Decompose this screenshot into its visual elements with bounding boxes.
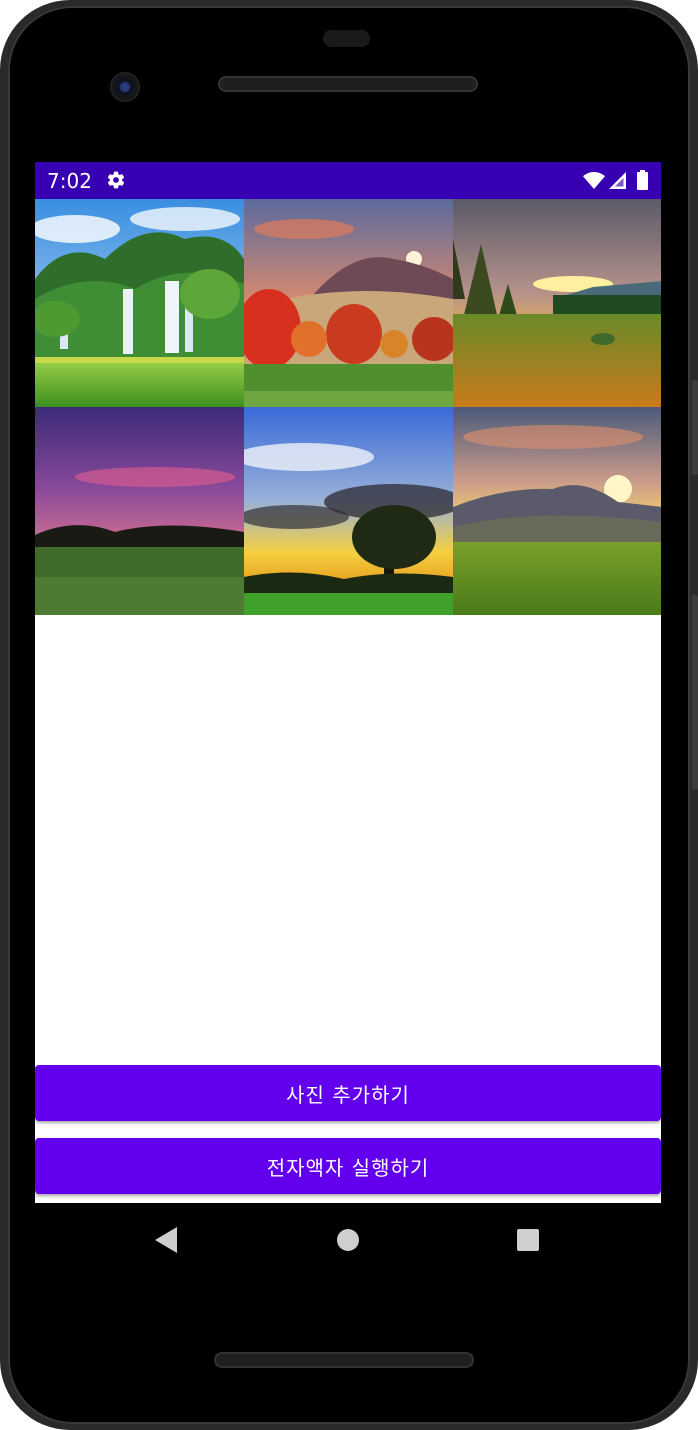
bottom-speaker	[214, 1352, 474, 1368]
cell-signal-icon	[609, 172, 626, 189]
photo-thumbnail[interactable]	[244, 407, 453, 615]
front-camera	[110, 72, 140, 102]
volume-button	[692, 380, 698, 475]
photo-thumbnail[interactable]	[453, 407, 661, 615]
home-icon[interactable]	[337, 1229, 359, 1251]
earpiece-speaker	[218, 76, 478, 92]
navigation-bar	[35, 1203, 661, 1275]
photo-thumbnail[interactable]	[453, 199, 661, 407]
gear-icon	[107, 171, 125, 189]
photo-thumbnail[interactable]	[35, 407, 244, 615]
phone-frame: 7:02 사진 추가하기 전자액자 실행하기	[0, 0, 698, 1430]
wifi-icon	[583, 172, 605, 189]
add-photo-button[interactable]: 사진 추가하기	[35, 1065, 661, 1121]
proximity-sensor	[323, 30, 370, 47]
status-bar: 7:02	[35, 162, 661, 199]
photo-thumbnail[interactable]	[35, 199, 244, 407]
photo-grid	[35, 199, 661, 616]
battery-icon	[637, 170, 648, 190]
photo-thumbnail[interactable]	[244, 199, 453, 407]
power-button	[692, 595, 698, 790]
app-screen: 7:02 사진 추가하기 전자액자 실행하기	[35, 162, 661, 1203]
run-photo-frame-button[interactable]: 전자액자 실행하기	[35, 1138, 661, 1194]
status-time: 7:02	[47, 169, 92, 193]
recents-icon[interactable]	[517, 1229, 539, 1251]
back-icon[interactable]	[155, 1227, 177, 1253]
